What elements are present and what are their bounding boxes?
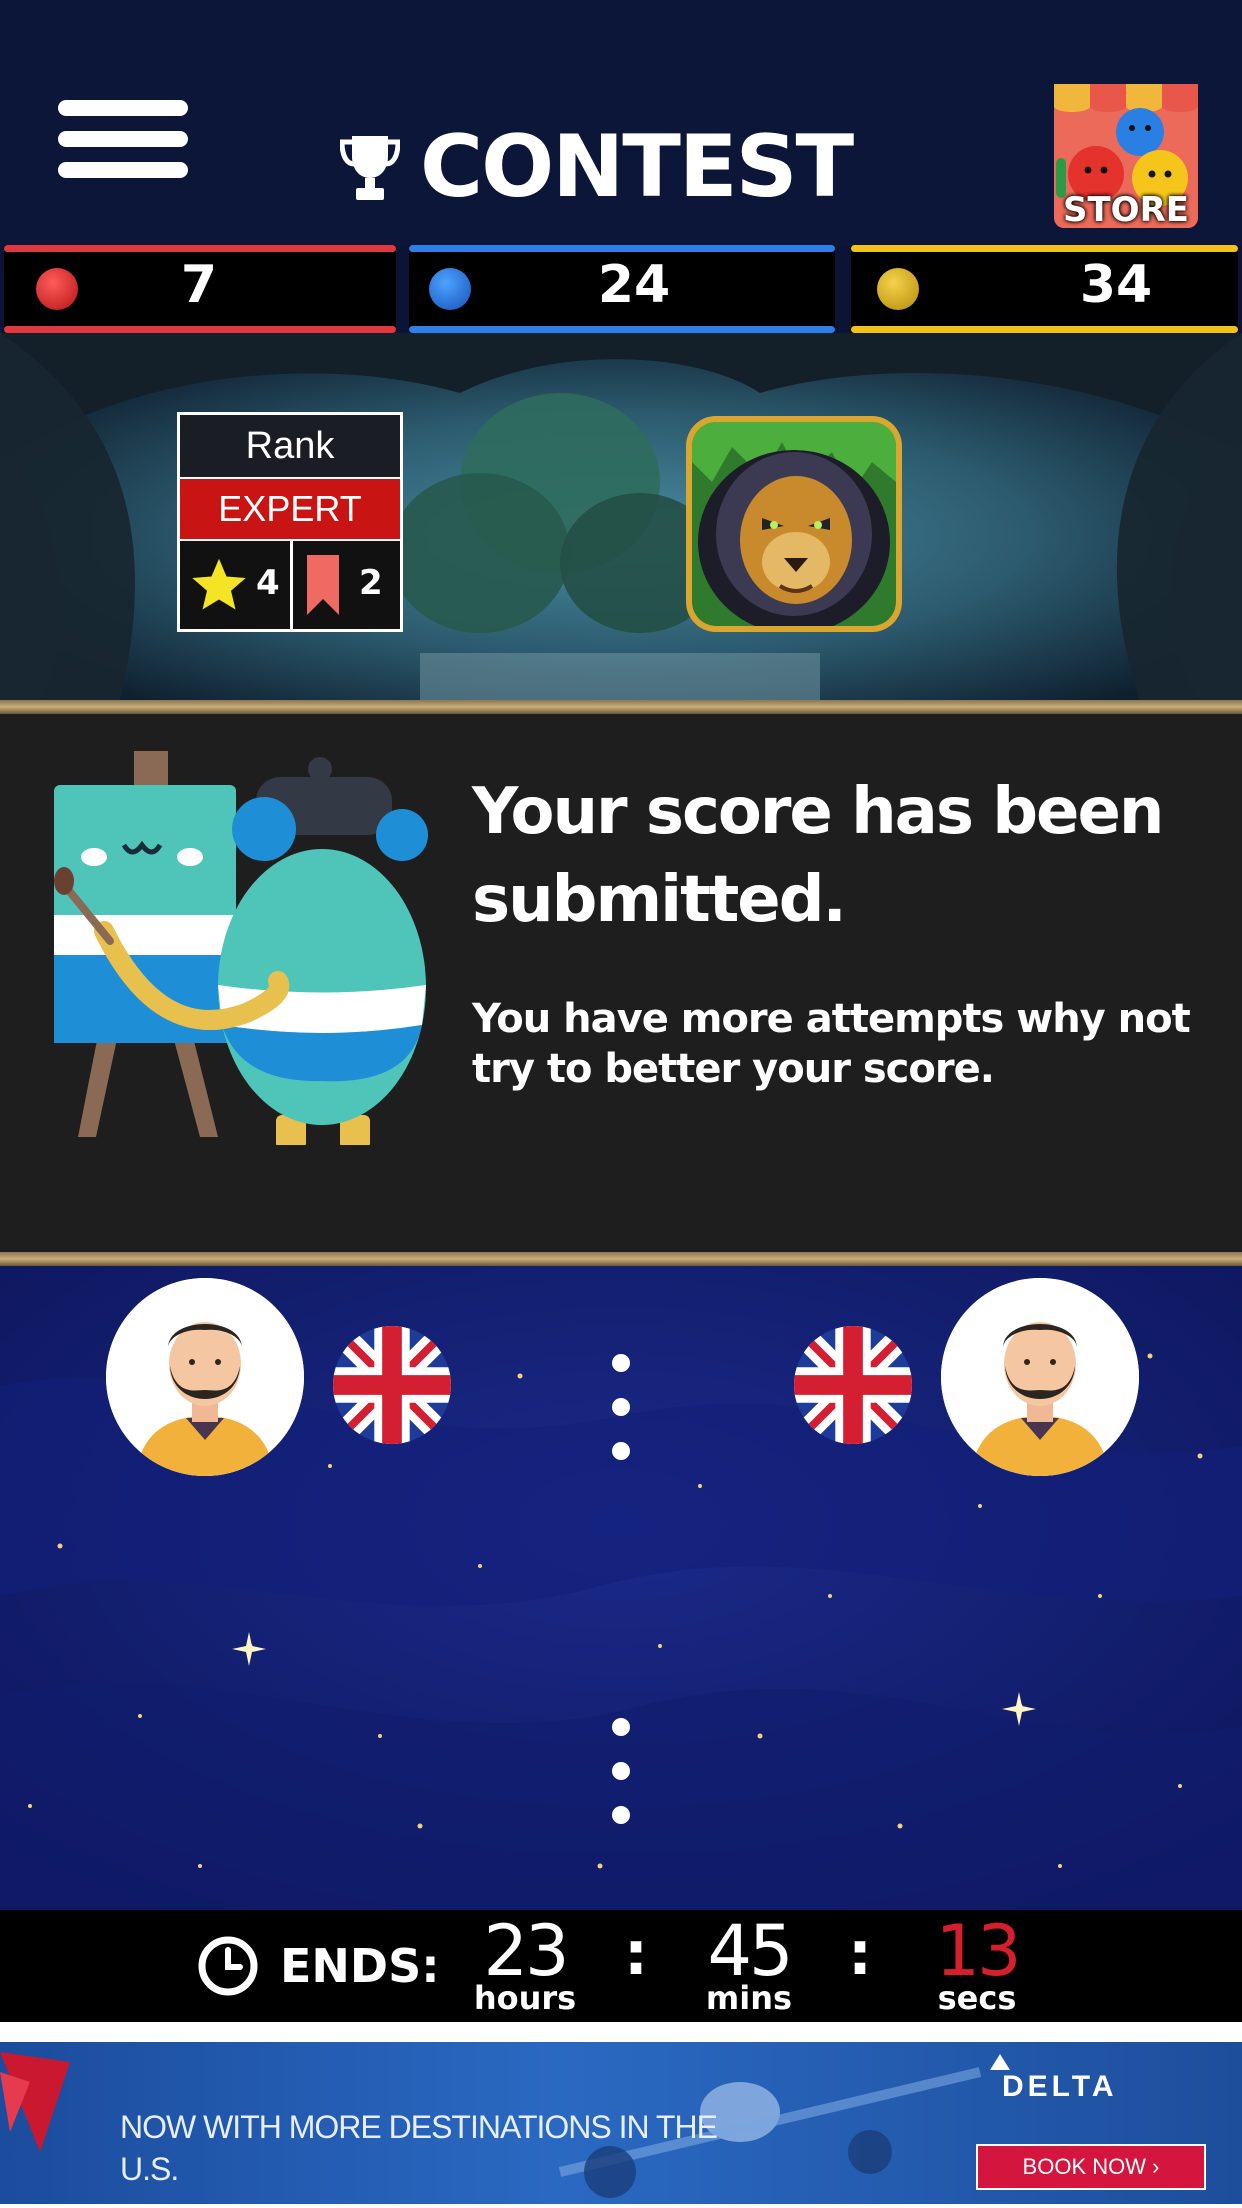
- message-body: You have more attempts why not try to be…: [472, 996, 1191, 1092]
- trophy-icon: [340, 136, 400, 200]
- ad-banner[interactable]: NOW WITH MORE DESTINATIONS IN THE U.S. D…: [0, 2022, 1242, 2208]
- timer-bar: [0, 1910, 1242, 2022]
- score-yellow: 34: [851, 245, 1238, 333]
- timer-secs-unit: secs: [937, 1979, 1017, 2017]
- lion-image: [692, 422, 896, 626]
- score-yellow-value: 34: [1079, 255, 1153, 315]
- player-two-avatar[interactable]: [941, 1278, 1139, 1476]
- score-red-bottom-line: [4, 326, 396, 333]
- rank-tags-count: 2: [359, 563, 383, 603]
- player-one-avatar[interactable]: [106, 1278, 304, 1476]
- ends-label: ENDS:: [280, 1939, 440, 1993]
- timer-hours-unit: hours: [473, 1979, 577, 2017]
- page-title: CONTEST: [420, 117, 854, 217]
- score-yellow-top-line: [851, 245, 1238, 252]
- rank-stars-count: 4: [256, 563, 280, 603]
- timer-mins-unit: mins: [705, 1979, 793, 2017]
- ad-content: NOW WITH MORE DESTINATIONS IN THE U.S. D…: [0, 2042, 1242, 2204]
- dot: [612, 1442, 630, 1460]
- message-title: Your score has been submitted.: [472, 775, 1164, 937]
- user-avatar-icon: [941, 1278, 1139, 1476]
- score-red-value: 7: [180, 255, 218, 315]
- uk-flag-icon: [794, 1326, 912, 1444]
- blue-dot-icon: [429, 268, 471, 310]
- dot: [612, 1398, 630, 1416]
- score-yellow-bottom-line: [851, 326, 1238, 333]
- score-blue-value: 24: [597, 255, 671, 315]
- divider-top: [0, 700, 1242, 714]
- score-blue: 24: [409, 245, 835, 333]
- score-red-top-line: [4, 245, 396, 252]
- loading-dots-icon: [612, 1718, 630, 1828]
- divider-bottom: [0, 1252, 1242, 1266]
- ad-brand: DELTA: [1002, 2070, 1118, 2103]
- dot: [612, 1806, 630, 1824]
- page-title-group: CONTEST: [340, 112, 854, 222]
- clock-icon: [198, 1936, 258, 1996]
- dot: [612, 1762, 630, 1780]
- score-red: 7: [4, 245, 396, 333]
- score-blue-bottom-line: [409, 326, 835, 333]
- score-blue-top-line: [409, 245, 835, 252]
- rank-card: Rank EXPERT 4 2: [177, 412, 403, 632]
- user-avatar-icon: [106, 1278, 304, 1476]
- dot: [612, 1354, 630, 1372]
- ad-book-now-button[interactable]: BOOK NOW ›: [976, 2144, 1206, 2190]
- rank-label: Rank: [180, 415, 400, 479]
- timer-colon: :: [848, 1919, 872, 1989]
- timer-colon: :: [624, 1919, 648, 1989]
- ad-headline: NOW WITH MORE DESTINATIONS IN THE U.S.: [120, 2109, 718, 2187]
- store-button[interactable]: STORE: [1050, 80, 1202, 232]
- uk-flag-icon: [333, 1326, 451, 1444]
- menu-icon-bar: [58, 131, 188, 147]
- rank-value: EXPERT: [180, 479, 400, 541]
- game-tile-lion[interactable]: [686, 416, 902, 632]
- yellow-dot-icon: [877, 268, 919, 310]
- rank-stars: 4: [180, 541, 293, 629]
- store-label: STORE: [1063, 190, 1189, 230]
- rank-tags: 2: [293, 541, 400, 629]
- star-icon: [192, 558, 246, 610]
- bookmark-icon: [307, 555, 339, 615]
- versus-dots-icon: [612, 1354, 630, 1464]
- menu-icon: [58, 100, 188, 116]
- menu-icon-bar: [58, 162, 188, 178]
- menu-button[interactable]: [58, 100, 188, 186]
- painter-illustration: [54, 751, 428, 1145]
- dot: [612, 1718, 630, 1736]
- red-dot-icon: [36, 268, 78, 310]
